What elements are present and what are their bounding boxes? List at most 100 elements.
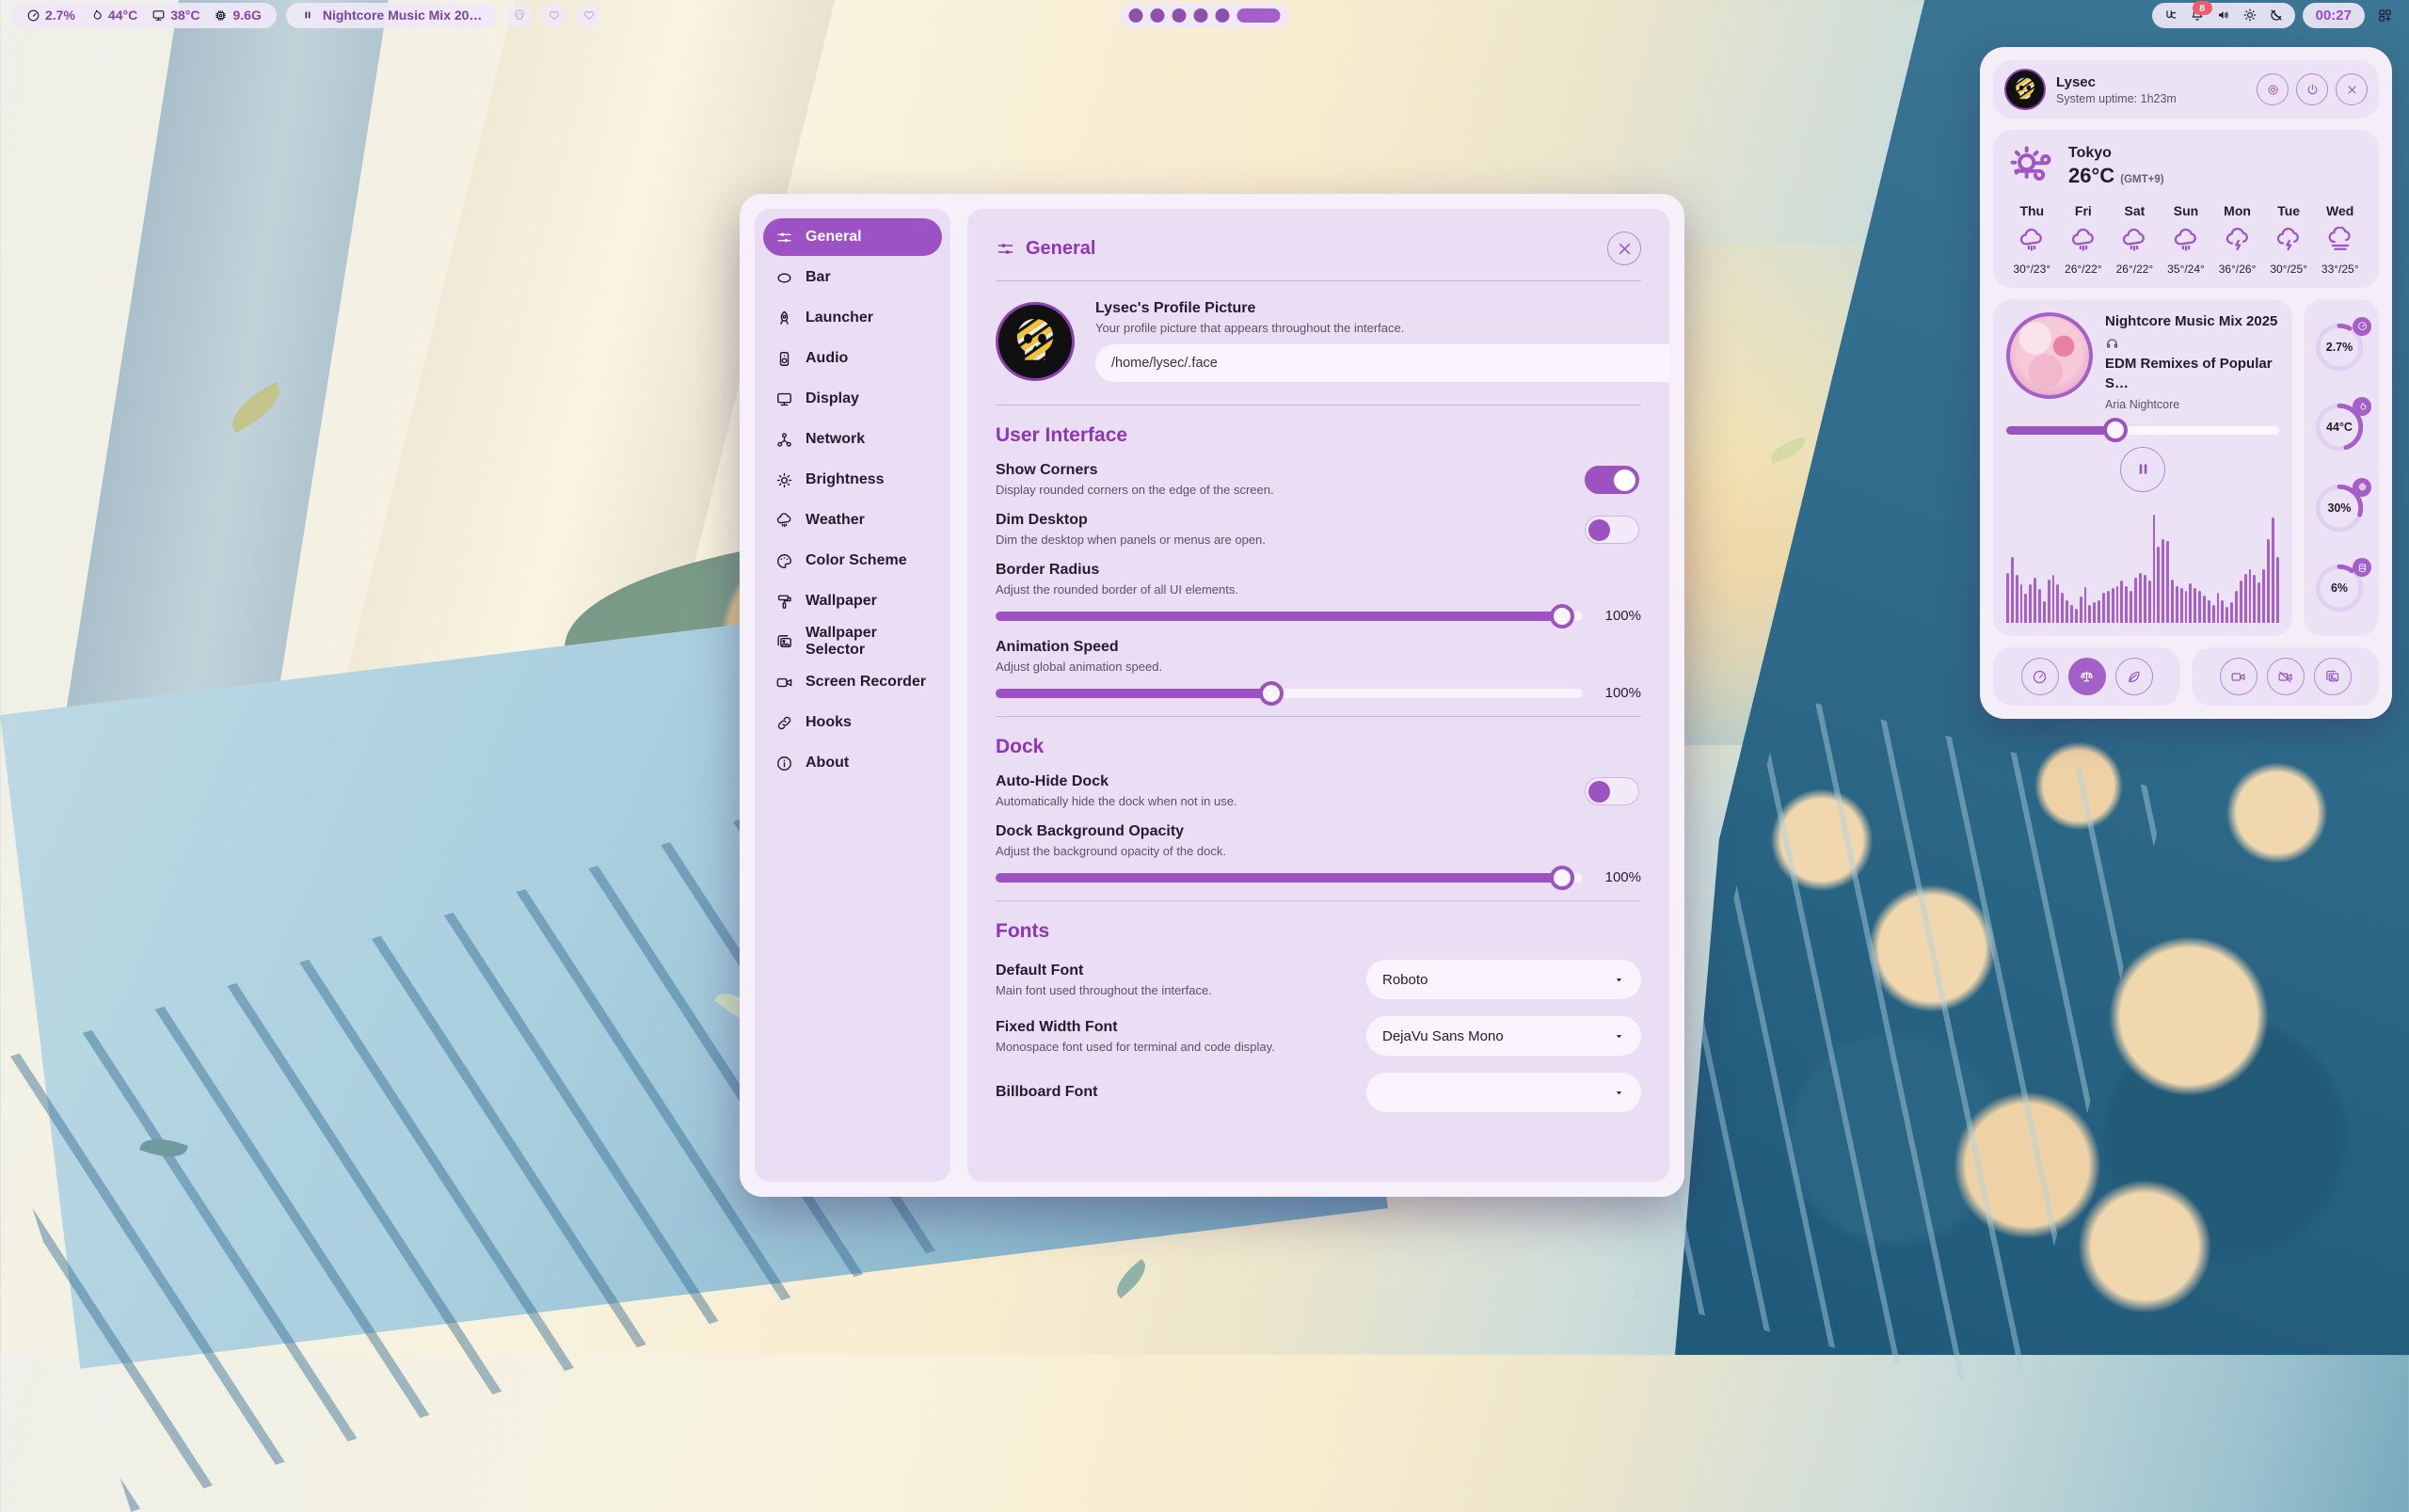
sidebar-item-general[interactable]: General — [763, 218, 942, 256]
visualizer-bar — [2112, 588, 2114, 623]
forecast-temps: 26°/22° — [2058, 263, 2110, 276]
fixed-width-font-select[interactable]: DejaVu Sans Mono — [1366, 1016, 1641, 1056]
visualizer-bar — [2139, 573, 2142, 623]
clock[interactable]: 00:27 — [2303, 3, 2365, 28]
sidebar-item-brightness[interactable]: Brightness — [763, 461, 942, 499]
visualizer-bar — [2084, 587, 2087, 623]
slider-value: 100% — [1598, 869, 1641, 885]
pause-icon[interactable] — [301, 8, 314, 22]
camcorder-icon — [2230, 669, 2246, 685]
forecast-weather-icon — [2172, 227, 2200, 255]
visualizer-bar — [2107, 591, 2110, 623]
screen-record-button[interactable] — [2220, 658, 2257, 695]
billboard-font-select[interactable] — [1366, 1073, 1641, 1112]
workspace-dot[interactable] — [1151, 8, 1165, 23]
media-player-card: Nightcore Music Mix 2025 EDM Remixes of … — [1993, 299, 2292, 636]
dock-opacity-slider[interactable] — [996, 873, 1583, 883]
system-uptime: System uptime: 1h23m — [2056, 92, 2177, 105]
settings-button[interactable] — [2257, 73, 2289, 105]
sidebar-item-label: Bar — [806, 269, 831, 286]
clock-time: 00:27 — [2316, 8, 2352, 24]
sidebar-item-network[interactable]: Network — [763, 421, 942, 458]
sidebar-item-hooks[interactable]: Hooks — [763, 704, 942, 741]
chevron-down-icon — [1613, 1030, 1625, 1042]
balanced-profile-button[interactable] — [2068, 658, 2106, 695]
workspace-dot[interactable] — [1129, 8, 1143, 23]
playback-progress-slider[interactable] — [2006, 426, 2279, 435]
slider-fill — [2006, 426, 2115, 435]
close-panel-button[interactable] — [2336, 73, 2368, 105]
sidebar-item-wallpaper[interactable]: Wallpaper — [763, 582, 942, 620]
tray-app-icon[interactable] — [2163, 8, 2178, 23]
animation-speed-slider[interactable] — [996, 689, 1583, 698]
sidebar-item-display[interactable]: Display — [763, 380, 942, 418]
profile-path-input[interactable] — [1095, 344, 1669, 382]
visualizer-bar — [2034, 578, 2036, 623]
visualizer-bar — [2217, 593, 2220, 623]
setting-label: Billboard Font — [996, 1084, 1097, 1101]
setting-label: Border Radius — [996, 562, 1641, 579]
sidebar-item-launcher[interactable]: Launcher — [763, 299, 942, 337]
slider-knob[interactable] — [2103, 418, 2128, 442]
night-light-button[interactable] — [2269, 8, 2284, 23]
now-playing-pill[interactable]: Nightcore Music Mix 20… — [286, 3, 498, 28]
slider-knob[interactable] — [1550, 866, 1574, 890]
setting-fixed-width-font: Fixed Width Font Monospace font used for… — [996, 1016, 1641, 1056]
page-header: General — [996, 231, 1641, 265]
powersave-profile-button[interactable] — [2115, 658, 2153, 695]
uc-logo-icon — [2163, 8, 2178, 23]
workspace-dot[interactable] — [1216, 8, 1230, 23]
sidebar-item-about[interactable]: About — [763, 744, 942, 782]
visualizer-bar — [2221, 600, 2224, 623]
dashboard-launcher-button[interactable] — [2372, 3, 2398, 28]
show-corners-toggle[interactable] — [1585, 466, 1639, 494]
heart-toggle-button[interactable] — [576, 3, 601, 28]
camcorder-icon — [775, 674, 793, 692]
divider — [996, 405, 1641, 406]
memory-stat: 9.6G — [214, 8, 261, 23]
slider-knob[interactable] — [1550, 604, 1574, 629]
volume-button[interactable] — [2216, 8, 2231, 23]
pause-icon — [2133, 459, 2153, 479]
notifications-button[interactable]: 8 — [2190, 8, 2205, 23]
performance-profile-button[interactable] — [2021, 658, 2059, 695]
visualizer-bar — [2226, 607, 2228, 623]
forecast-temps: 26°/22° — [2109, 263, 2161, 276]
border-radius-slider[interactable] — [996, 612, 1583, 621]
profile-avatar[interactable] — [996, 302, 1075, 381]
sidebar-item-color-scheme[interactable]: Color Scheme — [763, 542, 942, 580]
setting-dock-opacity: Dock Background Opacity Adjust the backg… — [996, 823, 1641, 885]
auto-hide-dock-toggle[interactable] — [1585, 777, 1639, 805]
power-profile-group — [1993, 647, 2180, 706]
sidebar-item-audio[interactable]: Audio — [763, 340, 942, 377]
visualizer-bar — [2043, 601, 2046, 623]
slider-knob[interactable] — [1259, 681, 1284, 706]
divider — [996, 900, 1641, 901]
camera-off-button[interactable] — [2267, 658, 2305, 695]
setting-default-font: Default Font Main font used throughout t… — [996, 960, 1641, 999]
speedometer-icon — [26, 8, 40, 23]
visualizer-bar — [2029, 584, 2032, 623]
sidebar-item-weather[interactable]: Weather — [763, 501, 942, 539]
heart-toggle-button[interactable] — [541, 3, 566, 28]
brightness-button[interactable] — [2242, 8, 2257, 23]
power-button[interactable] — [2296, 73, 2328, 105]
avatar — [2004, 69, 2046, 110]
workspace-dot[interactable] — [1173, 8, 1187, 23]
visualizer-bar — [2148, 581, 2151, 623]
skull-toggle-button[interactable] — [506, 3, 532, 28]
weather-timezone: (GMT+9) — [2120, 174, 2163, 185]
dim-desktop-toggle[interactable] — [1585, 516, 1639, 544]
sidebar-item-screen-recorder[interactable]: Screen Recorder — [763, 663, 942, 701]
default-font-select[interactable]: Roboto — [1366, 960, 1641, 999]
wallpaper-gallery-button[interactable] — [2314, 658, 2352, 695]
forecast-day: Mon 36°/26° — [2211, 203, 2263, 276]
sidebar-item-bar[interactable]: Bar — [763, 259, 942, 296]
visualizer-bar — [2134, 578, 2137, 623]
workspace-active-pill[interactable] — [1237, 8, 1281, 23]
workspace-dot[interactable] — [1194, 8, 1208, 23]
workspace-indicator[interactable] — [1120, 3, 1290, 28]
play-pause-button[interactable] — [2120, 447, 2165, 492]
close-button[interactable] — [1607, 231, 1641, 265]
sidebar-item-wallpaper-selector[interactable]: Wallpaper Selector — [763, 623, 942, 661]
